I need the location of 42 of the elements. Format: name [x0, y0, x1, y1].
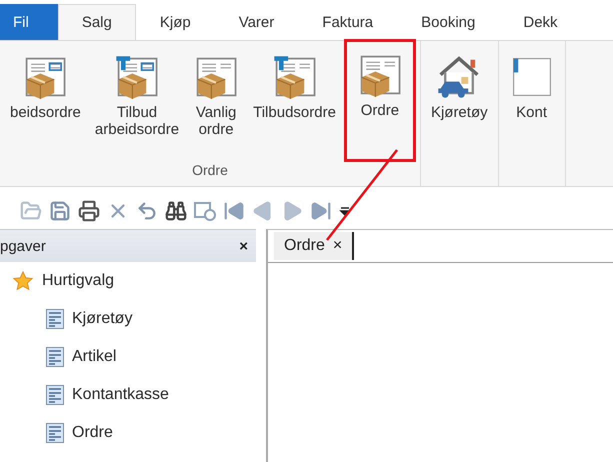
- ribbon-button[interactable]: Tilbud arbeidsordre: [88, 41, 186, 162]
- close-button[interactable]: ×: [239, 238, 248, 254]
- tree-item-label: Hurtigvalg: [42, 272, 114, 290]
- close-button[interactable]: ×: [332, 237, 342, 255]
- ribbon-tab[interactable]: Dekk: [499, 4, 582, 40]
- form-icon: [46, 385, 64, 405]
- save-icon[interactable]: [49, 200, 71, 222]
- ribbon-button[interactable]: Kont: [502, 41, 561, 186]
- ribbon-tab[interactable]: Kjøp: [136, 4, 215, 40]
- panel-title: pgaver: [0, 238, 46, 254]
- file-menu-button[interactable]: Fil: [0, 4, 58, 40]
- dropdown-icon[interactable]: [339, 205, 351, 217]
- tree-item-label: Ordre: [72, 424, 113, 442]
- print-icon[interactable]: [78, 200, 100, 222]
- ribbon-button[interactable]: Vanlig ordre: [187, 41, 246, 162]
- ribbon-button[interactable]: Kjøretøy: [424, 41, 494, 186]
- tree-item-label: Kontantkasse: [72, 386, 169, 404]
- tree-item[interactable]: Kjøretøy: [0, 300, 256, 338]
- ribbon-tab[interactable]: Salg: [58, 4, 136, 40]
- ribbon-button[interactable]: beidsordre: [4, 41, 87, 162]
- ribbon-tab[interactable]: Faktura: [298, 4, 398, 40]
- search-icon[interactable]: [165, 200, 187, 222]
- group-label: Ordre: [191, 162, 229, 180]
- form-icon: [46, 347, 64, 367]
- form-icon: [46, 423, 64, 443]
- tree-item[interactable]: Hurtigvalg: [0, 262, 256, 300]
- tree-item[interactable]: Ordre: [0, 414, 256, 452]
- first-record-icon[interactable]: [223, 200, 245, 222]
- ribbon-tab[interactable]: Booking: [397, 4, 500, 40]
- ribbon-button[interactable]: Ordre: [344, 39, 416, 162]
- open-folder-icon[interactable]: [20, 200, 42, 222]
- tree-item[interactable]: Artikel: [0, 338, 256, 376]
- document-tab[interactable]: Ordre ×: [274, 232, 354, 260]
- tree-item-label: Kjøretøy: [72, 310, 132, 328]
- star-icon: [12, 270, 34, 292]
- ribbon-tab[interactable]: Varer: [214, 4, 298, 40]
- undo-icon[interactable]: [136, 200, 158, 222]
- tree-item[interactable]: Kontantkasse: [0, 376, 256, 414]
- ribbon-button[interactable]: Tilbudsordre: [247, 41, 342, 162]
- form-icon: [46, 309, 64, 329]
- tree-item-label: Artikel: [72, 348, 116, 366]
- last-record-icon[interactable]: [310, 200, 332, 222]
